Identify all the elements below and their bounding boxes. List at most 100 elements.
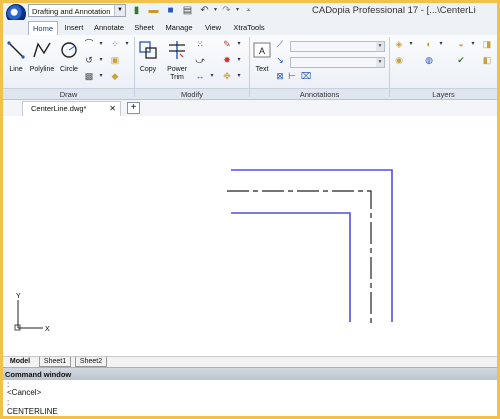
- text-button[interactable]: A Text: [251, 39, 273, 74]
- spline-icon[interactable]: ↺: [83, 55, 95, 66]
- tab-sheet[interactable]: Sheet: [131, 21, 157, 35]
- stretch-icon[interactable]: ↔: [194, 71, 206, 82]
- tab-model[interactable]: Model: [5, 357, 35, 367]
- layer-match-icon[interactable]: ◧: [481, 55, 493, 66]
- tab-sheet1[interactable]: Sheet1: [39, 357, 71, 367]
- line-icon: [7, 41, 25, 59]
- inner-boundary-line[interactable]: [231, 212, 351, 322]
- tab-sheet2[interactable]: Sheet2: [75, 357, 107, 367]
- drawing-canvas[interactable]: Y X: [3, 116, 497, 356]
- points-icon[interactable]: ⁘: [109, 39, 121, 50]
- window-title: CADopia Professional 17 - [...\CenterLi: [312, 5, 476, 16]
- tab-insert[interactable]: Insert: [60, 21, 88, 35]
- circle-button[interactable]: Circle: [58, 39, 80, 74]
- wipeout-icon[interactable]: ◆: [109, 71, 121, 82]
- layers-panel-label: Layers: [390, 88, 497, 99]
- open-folder-icon[interactable]: ▬: [148, 5, 159, 16]
- layer-freeze-dropdown-icon[interactable]: ▾: [467, 39, 479, 50]
- layer-state-icon[interactable]: ◐: [423, 39, 435, 50]
- outer-boundary-line[interactable]: [231, 169, 393, 322]
- document-tab[interactable]: CenterLine.dwg* ✕: [22, 101, 121, 116]
- points-dropdown-icon[interactable]: ▾: [121, 39, 133, 50]
- table-icon[interactable]: ⊠: [274, 71, 286, 82]
- redo-dropdown-icon[interactable]: ▾: [232, 5, 243, 16]
- layer-state-dropdown-icon[interactable]: ▾: [435, 39, 447, 50]
- ucs-x-label: X: [45, 326, 50, 333]
- chevron-down-icon: ▼: [376, 42, 384, 51]
- tab-manage[interactable]: Manage: [162, 21, 196, 35]
- drawing-area[interactable]: Y X: [3, 116, 497, 356]
- application-window: Drafting and Annotation ▼ ▮ ▬ ■ ▤ ↶ ▾ ↷ …: [3, 3, 497, 416]
- svg-text:A: A: [259, 46, 265, 56]
- dimension-icon[interactable]: ⟋: [274, 39, 286, 50]
- new-tab-button[interactable]: +: [127, 102, 140, 114]
- line-button[interactable]: Line: [5, 39, 27, 74]
- ribbon-home: Line Polyline Circle ⌒ ▾ ⁘ ▾ ↺ ▾ ▣ ▩ ▾ ◆…: [3, 35, 497, 114]
- properties-icon[interactable]: ✥: [221, 71, 233, 82]
- command-history-line: <Cancel>: [7, 388, 42, 397]
- power-trim-button[interactable]: Power Trim: [163, 39, 191, 82]
- annotations-panel-label: Annotations: [250, 88, 389, 99]
- workspace-value: Drafting and Annotation: [32, 7, 111, 16]
- layer-isolate-icon[interactable]: ◍: [423, 55, 435, 66]
- print-icon[interactable]: ▤: [182, 5, 193, 16]
- customize-toolbar-icon[interactable]: ⩡: [243, 5, 254, 16]
- line-label: Line: [9, 66, 23, 73]
- document-tabs: CenterLine.dwg* ✕ +: [3, 100, 497, 117]
- power-trim-icon: [169, 41, 185, 59]
- command-window[interactable]: : <Cancel> : CENTERLINE: [3, 380, 497, 416]
- ucs-icon: Y X: [14, 293, 50, 333]
- text-icon: A: [253, 42, 271, 58]
- properties-dropdown-icon[interactable]: ▾: [233, 71, 245, 82]
- new-file-icon[interactable]: ▮: [131, 5, 142, 16]
- copy-button[interactable]: Copy: [136, 39, 160, 74]
- workspace-dropdown[interactable]: Drafting and Annotation ▼: [28, 4, 126, 17]
- polyline-button[interactable]: Polyline: [28, 39, 56, 74]
- ucs-y-label: Y: [16, 293, 21, 300]
- tab-annotate[interactable]: Annotate: [91, 21, 127, 35]
- stretch-dropdown-icon[interactable]: ▾: [206, 71, 218, 82]
- layer-freeze-icon[interactable]: ◒: [455, 39, 467, 50]
- tab-view[interactable]: View: [201, 21, 225, 35]
- draw-panel-label: Draw: [3, 88, 134, 99]
- layer-properties-icon[interactable]: ◈: [393, 39, 405, 50]
- chevron-down-icon: ▼: [376, 58, 384, 67]
- polyline-label: Polyline: [29, 66, 55, 73]
- power-trim-label-1: Power: [167, 66, 187, 73]
- close-icon[interactable]: ✕: [109, 102, 116, 116]
- command-input[interactable]: CENTERLINE: [7, 407, 58, 416]
- undo-dropdown-icon[interactable]: ▾: [210, 5, 221, 16]
- arc-dropdown-icon[interactable]: ▾: [95, 39, 107, 50]
- array-icon[interactable]: ⁙: [194, 39, 206, 50]
- polyline-icon: [33, 42, 51, 58]
- hatch-icon[interactable]: ▩: [83, 71, 95, 82]
- explode-icon[interactable]: ✸: [221, 55, 233, 66]
- undo-icon[interactable]: ↶: [199, 5, 210, 16]
- tab-home[interactable]: Home: [28, 21, 58, 35]
- make-current-icon[interactable]: ✔: [455, 55, 467, 66]
- text-style-select[interactable]: ▼: [290, 41, 385, 52]
- layer-off-icon[interactable]: ◉: [393, 55, 405, 66]
- command-window-title: Command window: [3, 367, 497, 380]
- leader-icon[interactable]: ↘: [274, 55, 286, 66]
- copy-label: Copy: [139, 66, 157, 73]
- tab-xtratools[interactable]: XtraTools: [230, 21, 268, 35]
- dimension-style-select[interactable]: ▼: [290, 57, 385, 68]
- mirror-icon[interactable]: ⤻: [194, 55, 206, 66]
- arc-icon[interactable]: ⌒: [83, 39, 95, 50]
- spline-dropdown-icon[interactable]: ▾: [95, 55, 107, 66]
- save-icon[interactable]: ■: [165, 5, 176, 16]
- hatch-dropdown-icon[interactable]: ▾: [95, 71, 107, 82]
- circle-icon: [61, 42, 77, 58]
- layer-lock-icon[interactable]: ◨: [481, 39, 493, 50]
- explode-dropdown-icon[interactable]: ▾: [233, 55, 245, 66]
- erase-icon[interactable]: ✎: [221, 39, 233, 50]
- layer-properties-dropdown-icon[interactable]: ▾: [405, 39, 417, 50]
- document-tab-label: CenterLine.dwg*: [31, 104, 87, 113]
- modify-panel-label: Modify: [135, 88, 249, 99]
- redo-icon[interactable]: ↷: [221, 5, 232, 16]
- mtext-icon[interactable]: ⌧: [300, 71, 312, 82]
- dimension-style-icon[interactable]: ⊢: [286, 71, 298, 82]
- region-icon[interactable]: ▣: [109, 55, 121, 66]
- erase-dropdown-icon[interactable]: ▾: [233, 39, 245, 50]
